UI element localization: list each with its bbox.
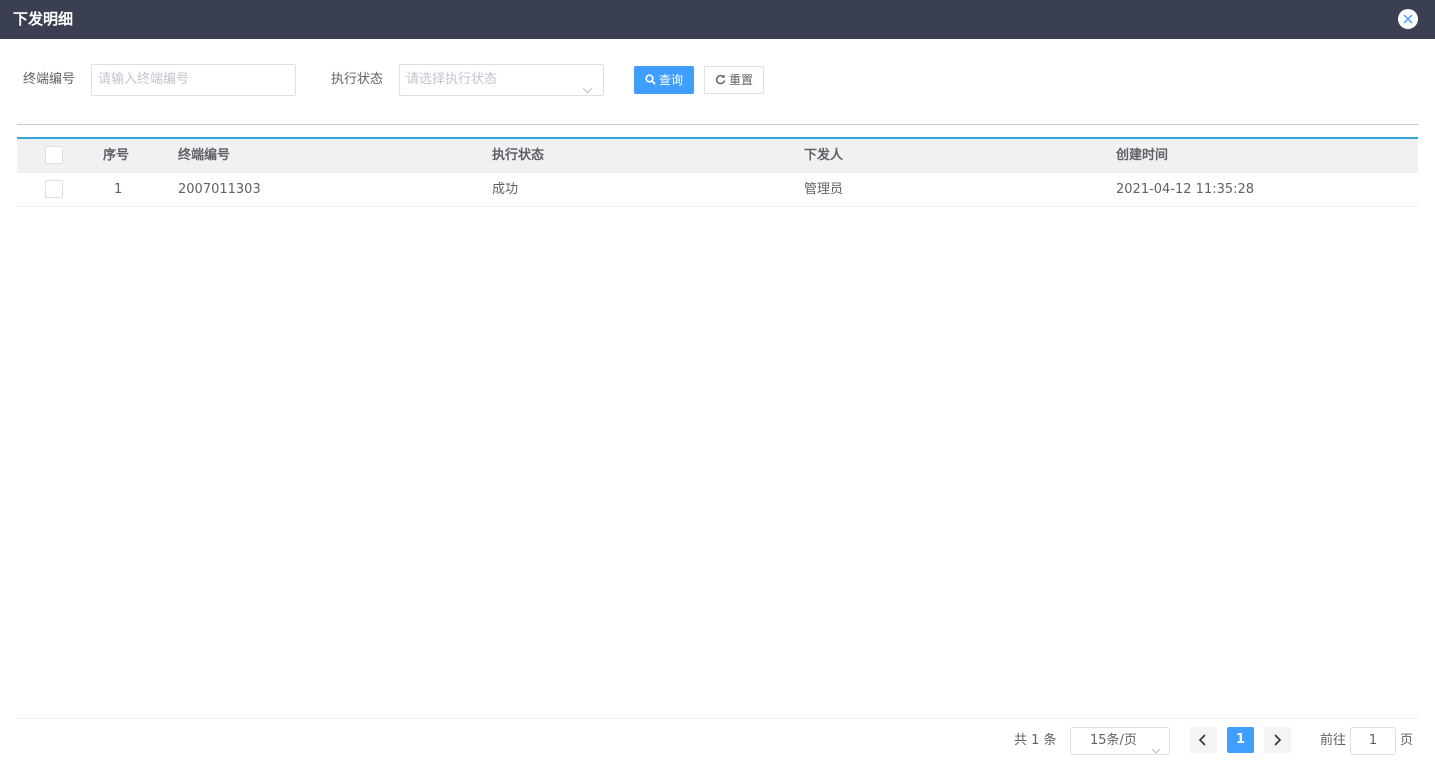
row-checkbox[interactable] xyxy=(45,180,63,198)
chevron-left-icon xyxy=(1198,734,1206,746)
close-icon[interactable] xyxy=(1398,9,1418,29)
chevron-down-icon xyxy=(1151,738,1161,764)
prev-page-button[interactable] xyxy=(1190,727,1217,753)
pagination-total: 共 1 条 xyxy=(1014,733,1057,748)
reset-button[interactable]: 重置 xyxy=(704,66,764,94)
row-issuer: 管理员 xyxy=(804,182,844,197)
column-header-issuer: 下发人 xyxy=(804,148,844,163)
select-all-checkbox[interactable] xyxy=(45,146,63,164)
chevron-down-icon xyxy=(582,76,593,106)
dialog-header: 下发明细 xyxy=(0,0,1435,39)
footer-divider xyxy=(17,718,1418,719)
column-header-terminal: 终端编号 xyxy=(178,148,231,163)
terminal-number-placeholder: 请输入终端编号 xyxy=(98,72,190,87)
column-header-created: 创建时间 xyxy=(1116,148,1169,163)
page-number-current[interactable]: 1 xyxy=(1227,727,1254,753)
row-status: 成功 xyxy=(492,182,519,197)
terminal-number-label: 终端编号 xyxy=(23,72,76,87)
detail-table: 序号 终端编号 执行状态 下发人 创建时间 1 2007011303 成功 管理… xyxy=(17,137,1418,207)
table-row[interactable]: 1 2007011303 成功 管理员 2021-04-12 11:35:28 xyxy=(17,173,1418,207)
refresh-icon xyxy=(715,74,726,85)
next-page-button[interactable] xyxy=(1264,727,1291,753)
goto-prefix: 前往 xyxy=(1320,733,1347,748)
execution-status-label: 执行状态 xyxy=(331,72,384,87)
terminal-number-input[interactable]: 请输入终端编号 xyxy=(91,64,296,96)
query-button-label: 查询 xyxy=(658,73,683,87)
divider xyxy=(17,124,1418,125)
goto-suffix: 页 xyxy=(1400,733,1414,748)
row-created: 2021-04-12 11:35:28 xyxy=(1116,182,1255,197)
query-button[interactable]: 查询 xyxy=(634,66,694,94)
page-size-select[interactable]: 15条/页 xyxy=(1070,727,1170,755)
row-terminal: 2007011303 xyxy=(178,182,261,197)
column-header-status: 执行状态 xyxy=(492,148,545,163)
column-header-index: 序号 xyxy=(103,148,130,163)
search-icon xyxy=(645,74,656,85)
page-size-value: 15条/页 xyxy=(1090,733,1137,748)
reset-button-label: 重置 xyxy=(728,73,753,87)
execution-status-select[interactable]: 请选择执行状态 xyxy=(399,64,604,96)
execution-status-placeholder: 请选择执行状态 xyxy=(406,72,498,87)
goto-page-input[interactable]: 1 xyxy=(1350,727,1396,755)
row-index: 1 xyxy=(114,182,123,197)
chevron-right-icon xyxy=(1274,734,1282,746)
table-header: 序号 终端编号 执行状态 下发人 创建时间 xyxy=(17,137,1418,173)
dialog-title: 下发明细 xyxy=(13,10,74,28)
